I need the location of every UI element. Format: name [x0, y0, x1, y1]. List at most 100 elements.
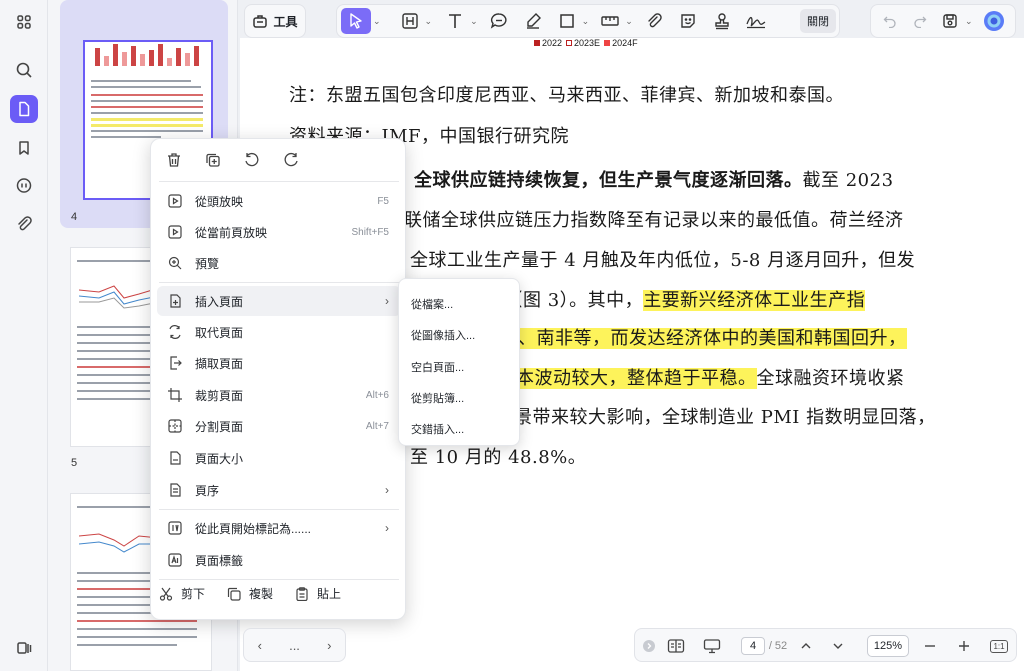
text-tool-icon[interactable]: [440, 8, 470, 34]
menu-item-play-from-current[interactable]: 從當前頁放映 Shift+F5: [157, 217, 401, 247]
save-icon[interactable]: [935, 8, 965, 34]
page-number-5: 5: [71, 457, 78, 469]
slideshow-icon[interactable]: [699, 629, 725, 663]
comment-icon[interactable]: [10, 172, 38, 200]
close-button[interactable]: 關閉: [800, 9, 836, 33]
chevron-right-icon: ›: [385, 294, 389, 308]
replace-page-icon: [165, 325, 185, 339]
page-context-menu: 從頭放映 F5 從當前頁放映 Shift+F5 預覽 插入頁面 › 取代頁面 擷…: [150, 138, 406, 620]
menu-item-insert-page[interactable]: 插入頁面 ›: [157, 286, 401, 316]
rectangle-tool-icon[interactable]: [552, 8, 582, 34]
comment-tool-icon[interactable]: [484, 8, 514, 34]
submenu-item-from-clipboard[interactable]: 從剪貼簿...: [411, 390, 464, 406]
grid-icon[interactable]: [10, 8, 38, 36]
text-line: 联储全球供应链压力指数降至有记录以来的最低值。荷兰经济: [404, 210, 904, 231]
current-page-input[interactable]: 4: [741, 637, 765, 655]
menu-item-page-label[interactable]: 頁面標籤: [157, 545, 401, 575]
split-icon: [165, 419, 185, 433]
rotate-left-icon[interactable]: [241, 149, 263, 171]
menu-item-crop-page[interactable]: 裁剪頁面 Alt+6: [157, 380, 401, 410]
cut-button[interactable]: 剪下: [159, 585, 205, 602]
submenu-item-from-file[interactable]: 從檔案...: [411, 296, 453, 312]
actual-size-label: 1:1: [990, 639, 1008, 653]
chevron-down-icon[interactable]: ⌄: [470, 16, 478, 27]
menu-separator: [159, 282, 399, 283]
text-line: 全球工业生产量于 4 月触及年内低位，5-8 月逐月回升，但发: [410, 250, 916, 271]
status-bar: 4 / 52 125% 1:1: [634, 628, 1017, 662]
layers-icon[interactable]: [10, 634, 38, 662]
left-rail: [0, 0, 48, 671]
menu-separator: [159, 509, 399, 510]
copy-page-icon[interactable]: [202, 149, 224, 171]
actual-size-button[interactable]: 1:1: [987, 629, 1011, 663]
attach-tool-icon[interactable]: [639, 8, 669, 34]
text-line: 景带来较大影响，全球制造业 PMI 指数明显回落，: [514, 407, 936, 428]
legend-item: 2023E: [566, 38, 600, 48]
chevron-down-icon[interactable]: ⌄: [373, 16, 381, 27]
select-tool-icon[interactable]: [341, 8, 371, 34]
more-button[interactable]: ...: [289, 638, 300, 653]
submenu-item-interleave[interactable]: 交錯插入...: [411, 421, 464, 437]
menu-item-replace-page[interactable]: 取代頁面: [157, 317, 401, 347]
tools-label: 工具: [273, 14, 298, 29]
tools-button[interactable]: 工具: [244, 4, 306, 38]
copy-button[interactable]: 複製: [227, 585, 273, 602]
chevron-down-icon[interactable]: ⌄: [625, 16, 633, 27]
next-page-icon[interactable]: [827, 629, 849, 663]
extract-page-icon: [165, 356, 185, 370]
zoom-level[interactable]: 125%: [867, 635, 909, 657]
paste-button[interactable]: 貼上: [295, 585, 341, 602]
ai-assistant-icon[interactable]: [979, 8, 1009, 34]
chevron-down-icon[interactable]: ⌄: [582, 16, 590, 27]
copy-icon: [227, 587, 241, 601]
zoom-in-icon[interactable]: [953, 629, 975, 663]
text-line: 全球供应链持续恢复，但生产景气度逐渐回落。截至 2023: [414, 170, 894, 191]
text-line: 注：东盟五国包含印度尼西亚、马来西亚、菲律宾、新加坡和泰国。: [289, 85, 844, 106]
chevron-right-icon[interactable]: ›: [327, 638, 331, 653]
menu-item-play-from-start[interactable]: 從頭放映 F5: [157, 186, 401, 216]
text-line: 本波动较大，整体趋于平稳。全球融资环境收紧: [516, 368, 905, 389]
toolbox-icon: [252, 13, 268, 29]
menu-icon-row: [163, 149, 302, 171]
undo-icon[interactable]: [875, 8, 905, 34]
chevron-left-icon[interactable]: ‹: [258, 638, 262, 653]
menu-item-start-labeling[interactable]: 從此頁開始標記為...... ›: [157, 513, 401, 543]
menu-item-split-page[interactable]: 分割頁面 Alt+7: [157, 411, 401, 441]
redo-icon[interactable]: [905, 8, 935, 34]
two-page-view-icon[interactable]: [663, 629, 689, 663]
sticker-icon[interactable]: [673, 8, 703, 34]
bookmark-icon[interactable]: [10, 134, 38, 162]
highlighter-icon[interactable]: [518, 8, 548, 34]
text-line: 显（图 3）。其中，主要新兴经济体工业生产指: [486, 290, 866, 311]
search-icon[interactable]: [10, 56, 38, 84]
menu-item-extract-page[interactable]: 擷取頁面: [157, 348, 401, 378]
page-number-4: 4: [71, 211, 78, 223]
chevron-down-icon[interactable]: ⌄: [965, 16, 973, 27]
stamp-icon[interactable]: [707, 8, 737, 34]
submenu-item-from-image[interactable]: 從圖像插入...: [411, 327, 475, 343]
thumbnail-pager: ‹ ... ›: [243, 628, 346, 662]
chart-legend: 2022 2023E 2024F: [534, 38, 638, 48]
trash-icon[interactable]: [163, 149, 185, 171]
attachment-icon[interactable]: [10, 210, 38, 238]
zoom-out-icon[interactable]: [919, 629, 941, 663]
submenu-item-blank-page[interactable]: 空白頁面...: [411, 359, 464, 375]
previous-page-icon[interactable]: [795, 629, 817, 663]
total-pages: / 52: [768, 640, 788, 652]
menu-separator: [159, 579, 399, 580]
rotate-right-icon[interactable]: [280, 149, 302, 171]
text-box-tool-icon[interactable]: [395, 8, 425, 34]
play-current-icon: [165, 225, 185, 239]
measure-tool-icon[interactable]: [595, 8, 625, 34]
annotation-toolbar: ⌄ ⌄ ⌄ ⌄ ⌄: [336, 4, 840, 38]
collapse-icon[interactable]: [639, 629, 659, 663]
chevron-down-icon[interactable]: ⌄: [425, 16, 433, 27]
menu-item-page-order[interactable]: 頁序 ›: [157, 475, 401, 505]
page-icon[interactable]: [10, 95, 38, 123]
insert-page-submenu: 從檔案... 從圖像插入... 空白頁面... 從剪貼簿... 交錯插入...: [398, 278, 520, 446]
menu-item-page-size[interactable]: 頁面大小: [157, 443, 401, 473]
menu-item-preview[interactable]: 預覽: [157, 248, 401, 278]
signature-icon[interactable]: [741, 8, 771, 34]
history-toolbar: ⌄: [870, 4, 1016, 38]
menu-separator: [159, 181, 399, 182]
